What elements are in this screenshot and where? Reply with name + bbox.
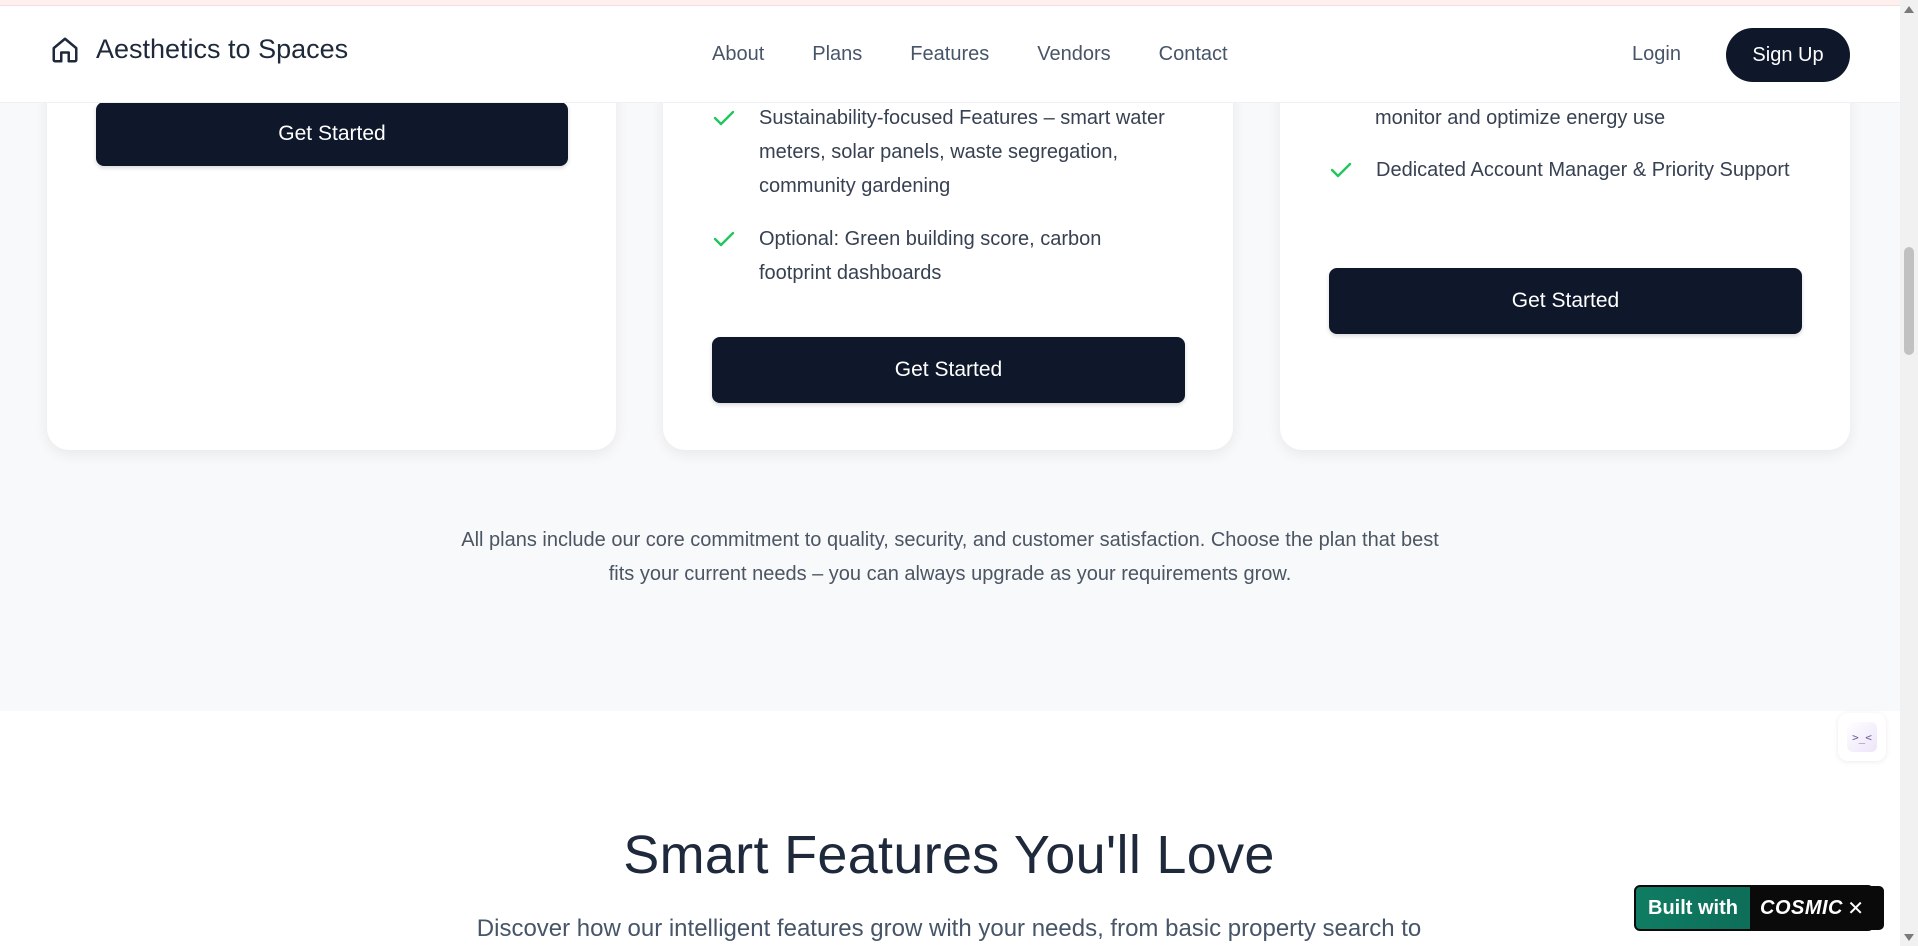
- navbar: Aesthetics to Spaces About Plans Feature…: [0, 6, 1900, 103]
- nav-link-plans[interactable]: Plans: [812, 43, 862, 66]
- check-icon: [1330, 153, 1376, 187]
- built-with-label: Built with: [1648, 896, 1738, 919]
- page-scrollbar[interactable]: [1900, 0, 1918, 946]
- get-started-button-standard[interactable]: Get Started: [712, 337, 1185, 403]
- close-badge-icon[interactable]: ✕: [1847, 896, 1864, 920]
- features-title: Smart Features You'll Love: [623, 825, 1275, 885]
- feature-item: monitor and optimize energy use: [1375, 101, 1795, 135]
- nav-links: About Plans Features Vendors Contact: [712, 43, 1276, 66]
- feature-item: Sustainability-focused Features – smart …: [713, 101, 1179, 203]
- get-started-button-premium[interactable]: Get Started: [1329, 268, 1802, 334]
- check-icon: [713, 222, 759, 290]
- home-icon: [50, 35, 80, 65]
- feature-text: Sustainability-focused Features – smart …: [759, 107, 1165, 197]
- get-started-button-basic[interactable]: Get Started: [96, 102, 568, 166]
- nav-link-vendors[interactable]: Vendors: [1037, 43, 1110, 66]
- nav-link-about[interactable]: About: [712, 43, 764, 66]
- scroll-up-arrow-icon[interactable]: [1904, 6, 1914, 13]
- feature-item: Dedicated Account Manager & Priority Sup…: [1330, 153, 1796, 187]
- feature-item: Optional: Green building score, carbon f…: [713, 222, 1179, 290]
- chat-widget-button[interactable]: >_<: [1838, 713, 1886, 761]
- brand-link[interactable]: Aesthetics to Spaces: [50, 34, 348, 65]
- features-subtitle: Discover how our intelligent features gr…: [476, 915, 1422, 942]
- widget-face-icon: >_<: [1847, 722, 1877, 752]
- scroll-down-arrow-icon[interactable]: [1904, 934, 1914, 941]
- plans-note: All plans include our core commitment to…: [461, 529, 1439, 585]
- login-link[interactable]: Login: [1632, 43, 1681, 66]
- scroll-thumb[interactable]: [1904, 247, 1914, 355]
- signup-button[interactable]: Sign Up: [1726, 28, 1850, 82]
- feature-text: Dedicated Account Manager & Priority Sup…: [1376, 159, 1790, 181]
- pricing-section: Get Started Sustainability-focused Featu…: [0, 0, 1900, 711]
- check-icon: [713, 101, 759, 203]
- brand-name: Aesthetics to Spaces: [96, 34, 349, 64]
- features-section: Smart Features You'll Love Discover how …: [0, 711, 1900, 946]
- feature-text: Optional: Green building score, carbon f…: [759, 228, 1102, 284]
- nav-link-features[interactable]: Features: [910, 43, 989, 66]
- built-with-badge[interactable]: Built with COSMIC ✕: [1634, 885, 1884, 931]
- nav-link-contact[interactable]: Contact: [1159, 43, 1228, 66]
- feature-text: monitor and optimize energy use: [1375, 107, 1666, 129]
